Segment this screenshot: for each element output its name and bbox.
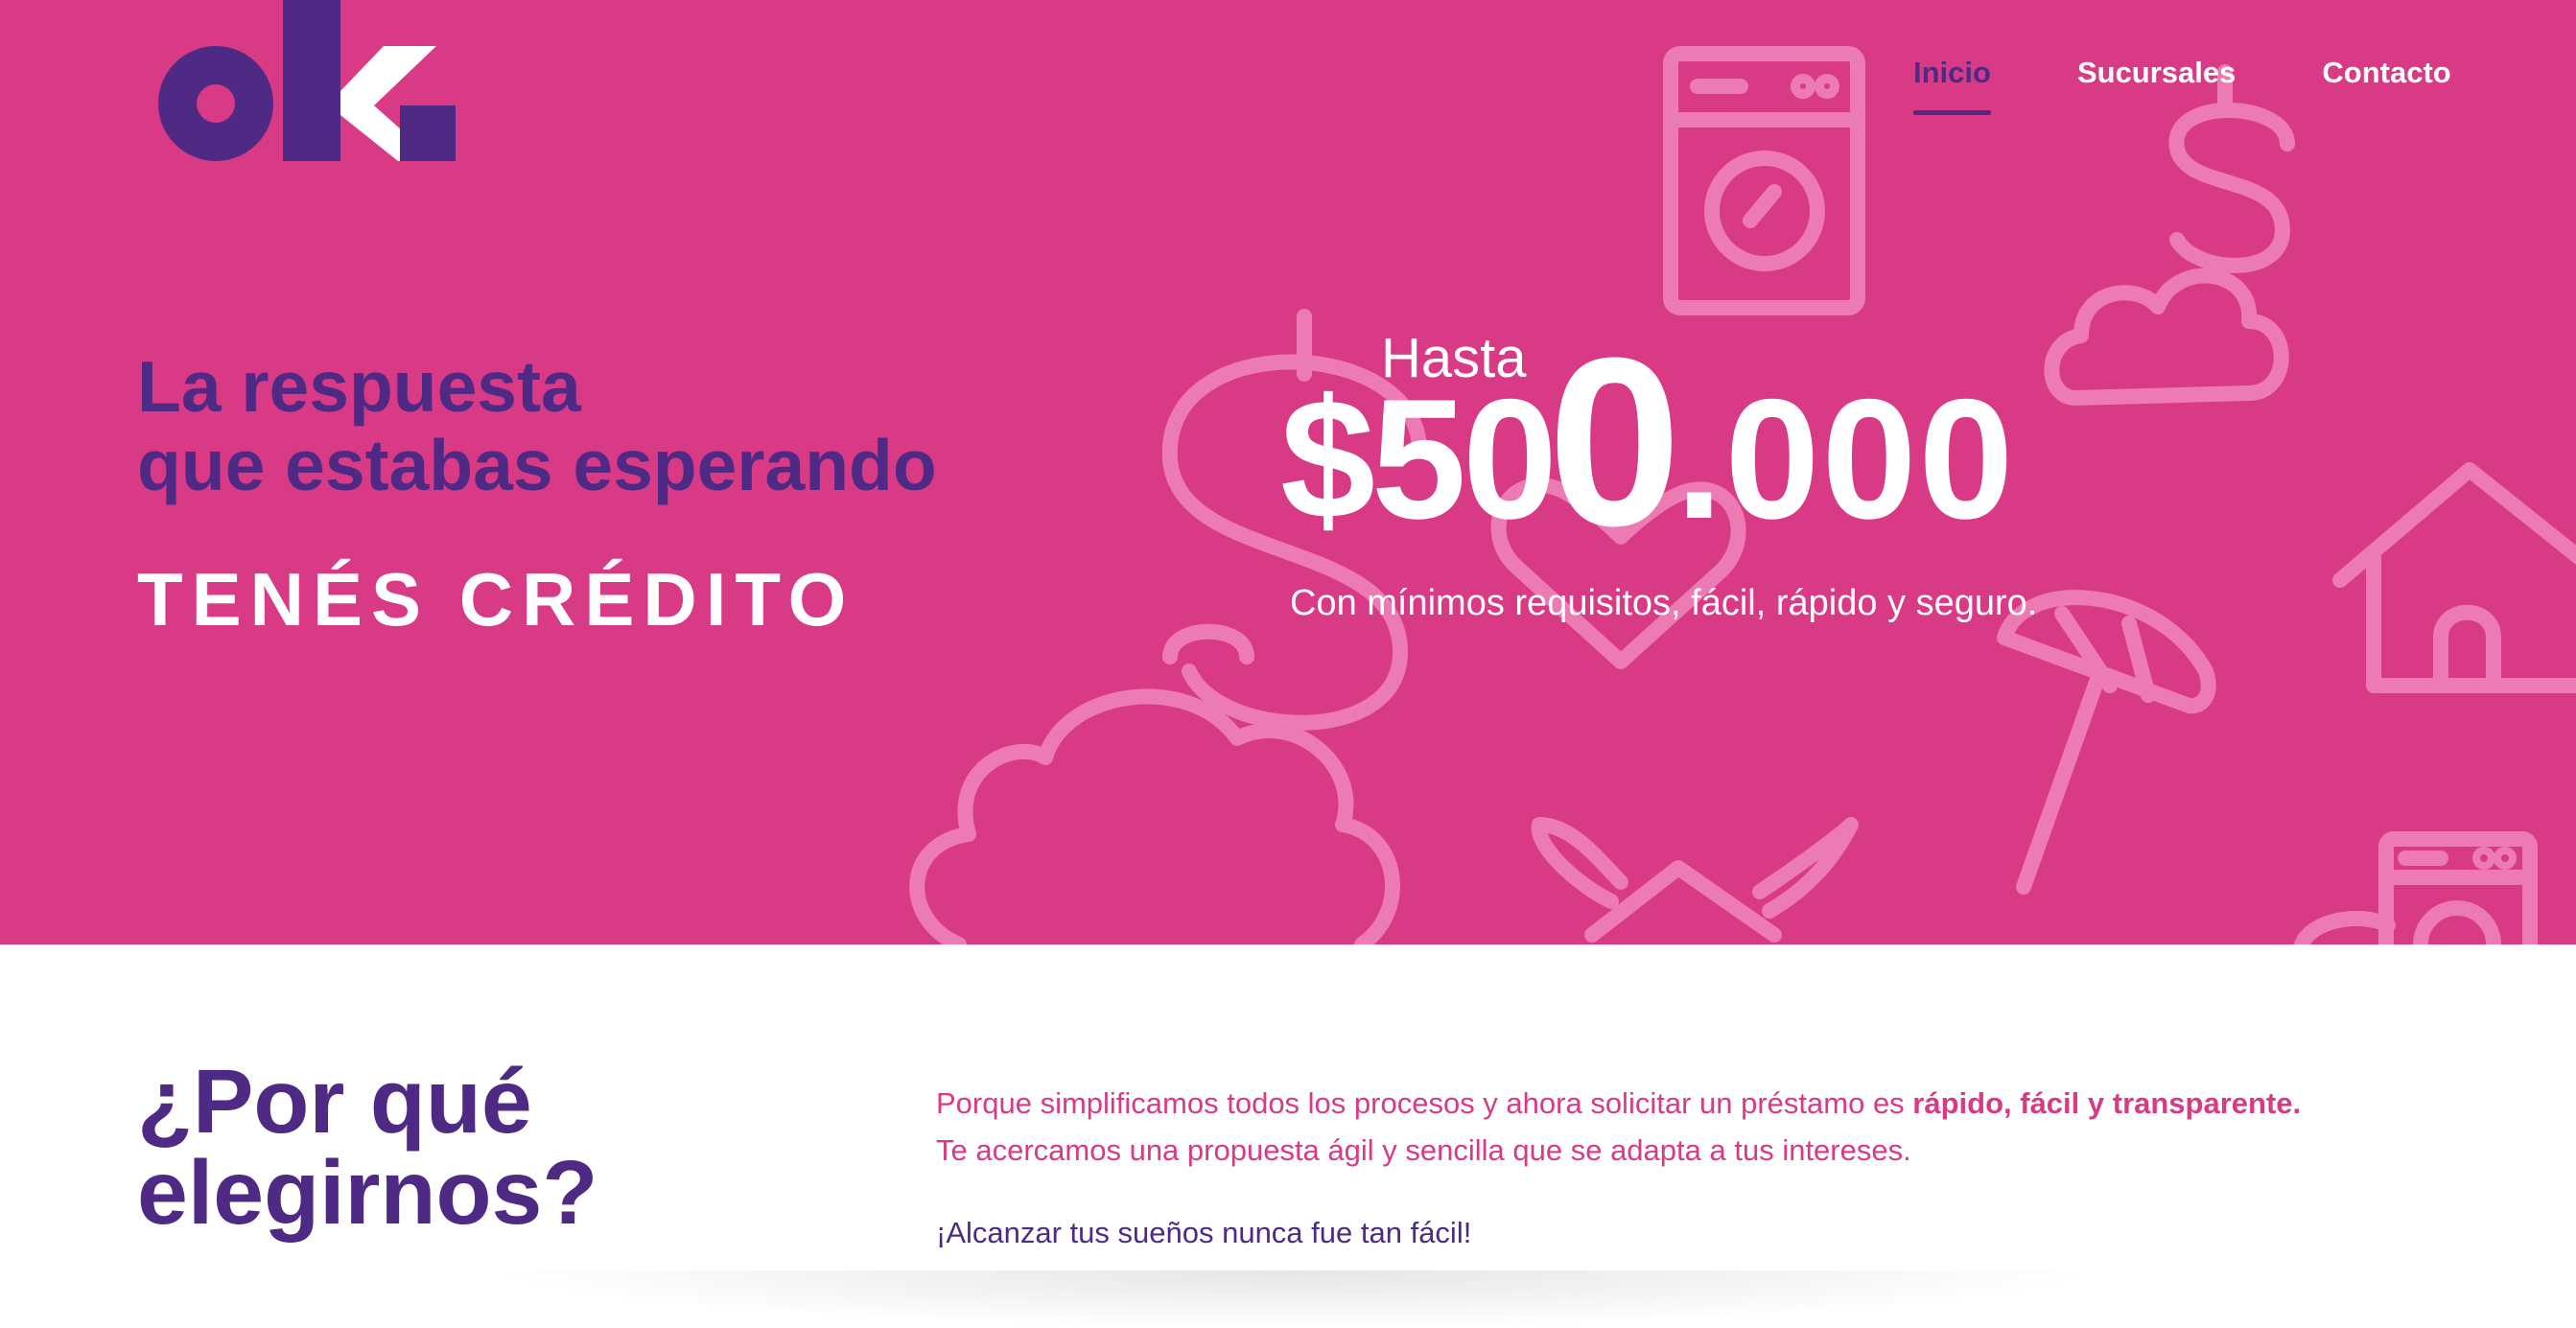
hero-section: Inicio Sucursales Contacto La respuesta … (0, 0, 2576, 944)
money-bag-icon (909, 623, 1400, 944)
nav-contacto[interactable]: Contacto (2322, 56, 2450, 90)
why-paragraph-1: Porque simplificamos todos los procesos … (936, 1080, 2471, 1127)
tenes-credito-heading: TENÉS CRÉDITO (137, 557, 855, 641)
tagline-line-2: que estabas esperando (137, 425, 937, 505)
main-nav: Inicio Sucursales Contacto (1913, 56, 2451, 115)
hero-tagline: La respuesta que estabas esperando (137, 347, 937, 504)
card-shadow (480, 1270, 2110, 1328)
why-title-line-1: ¿Por qué (137, 1051, 532, 1153)
nav-inicio[interactable]: Inicio (1913, 56, 1991, 115)
house-icon (2332, 462, 2576, 693)
ok-logo[interactable] (149, 0, 456, 165)
why-us-text: Porque simplificamos todos los procesos … (936, 1080, 2471, 1256)
cloud-icon (2044, 268, 2289, 406)
dollar-icon (2168, 64, 2295, 273)
why-line1-text: Porque simplificamos todos los procesos … (936, 1086, 1913, 1120)
why-us-title: ¿Por qué elegirnos? (137, 1057, 597, 1239)
tagline-line-1: La respuesta (137, 346, 581, 427)
why-paragraph-3: ¡Alcanzar tus sueños nunca fue tan fácil… (936, 1216, 1472, 1249)
why-title-line-2: elegirnos? (137, 1142, 598, 1244)
beach-umbrella-icon (1997, 590, 2216, 895)
loan-amount: $50 0 .000 (1280, 308, 2016, 575)
amount-prefix: $50 (1280, 362, 1557, 554)
why-line1-bold: rápido, fácil y transparente. (1912, 1086, 2302, 1120)
winged-letter-icon (1531, 817, 1859, 943)
hero-subtitle: Con mínimos requisitos, fácil, rápido y … (1290, 583, 2038, 623)
washing-machine-icon-2 (2294, 831, 2538, 944)
why-paragraph-2: Te acercamos una propuesta ágil y sencil… (936, 1133, 1911, 1167)
nav-sucursales[interactable]: Sucursales (2077, 56, 2236, 90)
amount-big-digit: 0 (1548, 308, 1682, 575)
washing-machine-icon (1663, 46, 1865, 315)
amount-suffix: .000 (1675, 362, 2016, 554)
